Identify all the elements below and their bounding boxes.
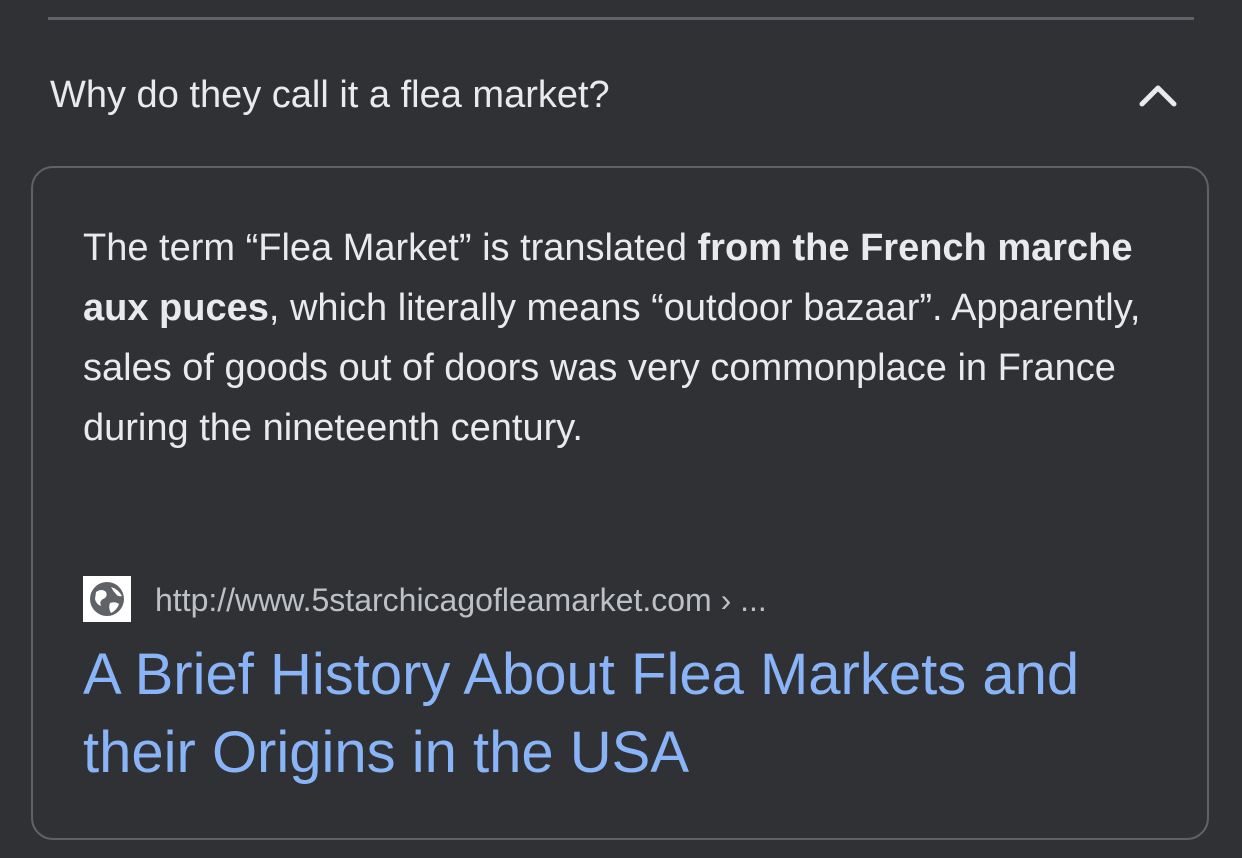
answer-card: The term “Flea Market” is translated fro…: [31, 166, 1209, 840]
source-row[interactable]: http://www.5starchicagofleamarket.com › …: [83, 576, 1163, 624]
faq-question-row[interactable]: Why do they call it a flea market?: [0, 20, 1242, 170]
source-url[interactable]: http://www.5starchicagofleamarket.com › …: [155, 580, 767, 620]
faq-question[interactable]: Why do they call it a flea market?: [50, 72, 610, 118]
chevron-up-icon[interactable]: [1130, 74, 1186, 114]
answer-snippet: The term “Flea Market” is translated fro…: [83, 218, 1163, 458]
answer-text-part1: The term “Flea Market” is translated: [83, 227, 698, 269]
globe-icon: [83, 576, 131, 622]
result-title-link[interactable]: A Brief History About Flea Markets and t…: [83, 636, 1173, 792]
